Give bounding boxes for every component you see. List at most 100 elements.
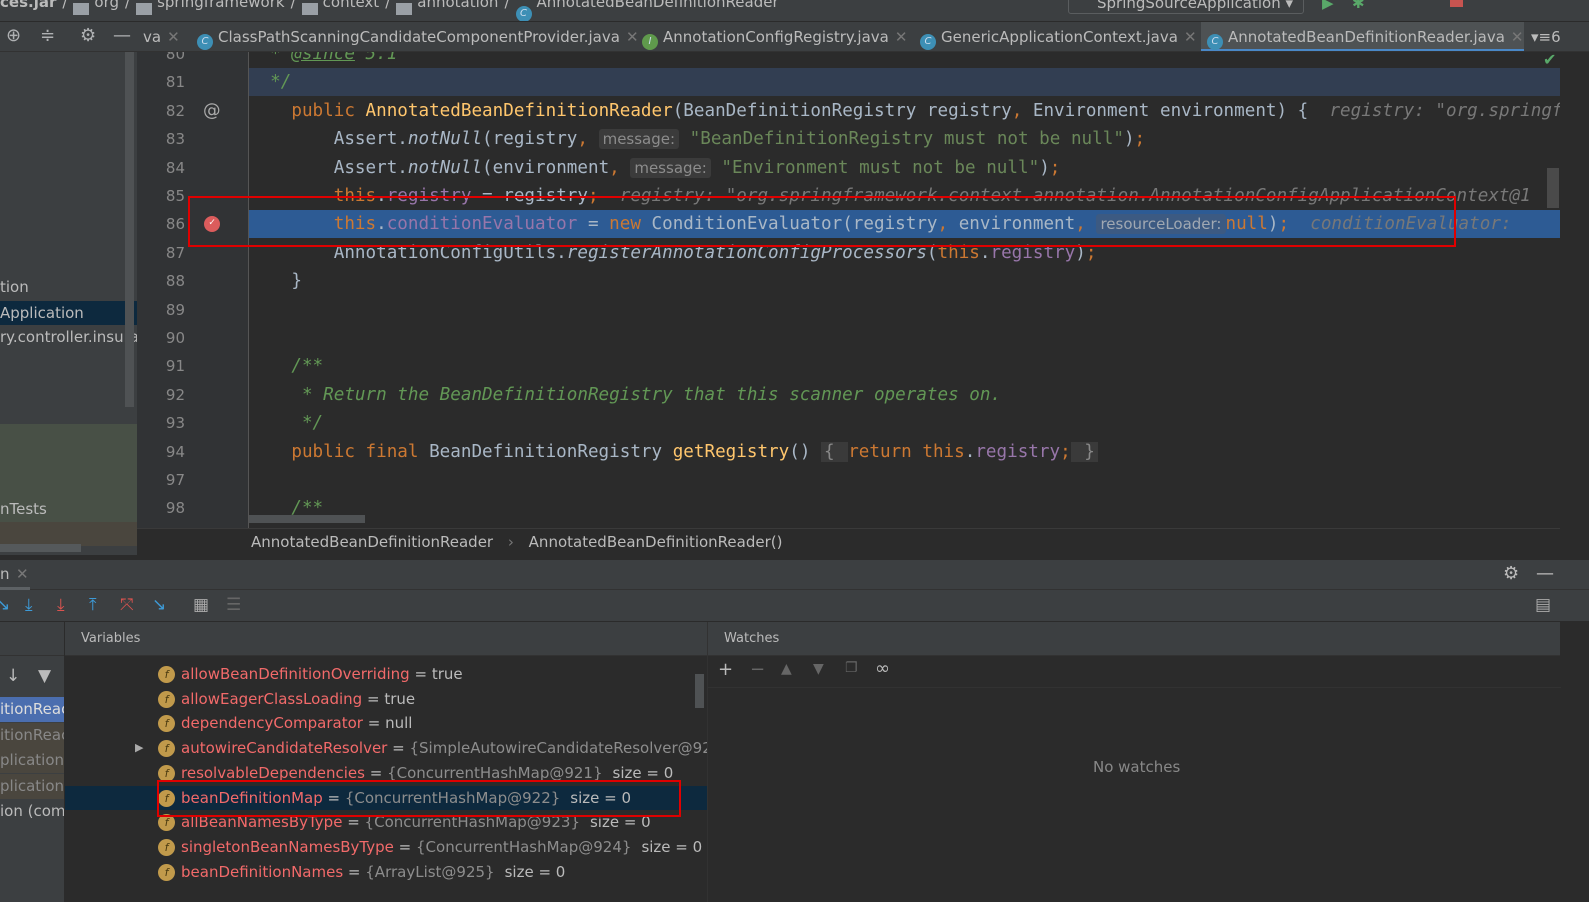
frame-item[interactable]: plication( (0, 773, 64, 799)
remove-icon[interactable]: − (750, 659, 765, 680)
breadcrumb-item[interactable]: AnnotatedBeanDefinitionReader (537, 0, 779, 11)
variable-entry: allowBeanDefinitionOverriding = true (181, 662, 463, 687)
code-token: , (609, 157, 631, 178)
frame-item[interactable]: plication( (0, 748, 64, 773)
code-token: "Environment must not be null" (710, 157, 1040, 178)
debug-icon[interactable]: ✱ (1352, 0, 1365, 12)
variable-row[interactable]: ▶ f autowireCandidateResolver = {SimpleAut… (65, 736, 707, 761)
code-token: notNull (407, 157, 483, 178)
evaluate-icon[interactable]: ▦ (193, 595, 209, 615)
copy-icon[interactable]: ❐ (845, 660, 858, 676)
breadcrumb-item[interactable]: context (323, 0, 380, 11)
code-token: getRegistry (672, 441, 790, 462)
tree-item-selected[interactable]: Application (0, 301, 137, 325)
step-out-icon[interactable]: ⤒ (89, 595, 97, 615)
variable-value: true (431, 665, 463, 683)
variable-object: {ArrayList@925} (365, 862, 495, 881)
editor-scrollbar[interactable] (1547, 168, 1559, 208)
code-token: ; (1134, 129, 1146, 150)
line-number: 85 (165, 187, 185, 205)
tree-item[interactable]: nTests (0, 500, 47, 518)
h-scrollbar[interactable] (0, 544, 81, 552)
code-editor[interactable]: 80 * @since 5.1 81 */82 public AnnotatedB… (137, 52, 1560, 528)
tree-item[interactable]: ry.controller.insura (0, 328, 137, 346)
code-line: 89 (137, 296, 1560, 324)
close-icon[interactable]: ✕ (16, 565, 29, 583)
code-token: } (1070, 441, 1098, 462)
breadcrumb-item[interactable]: springframework (157, 0, 284, 11)
code-token: (BeanDefinitionRegistry registry (672, 100, 1012, 121)
minimize-icon[interactable]: — (113, 25, 131, 46)
breadcrumb-item[interactable]: ces.jar (0, 0, 56, 11)
code-token: registry (975, 441, 1061, 462)
variable-row[interactable]: f allowEagerClassLoading = true (65, 687, 707, 712)
line-number: 94 (165, 442, 185, 461)
expand-arrow-icon[interactable]: ▶ (135, 736, 143, 761)
code-token: (environment (482, 157, 610, 178)
drop-frame-icon[interactable]: ⤧ (120, 595, 134, 615)
line-number: 91 (165, 357, 185, 376)
gear-icon[interactable]: ⚙ (80, 25, 96, 46)
frame-item[interactable]: itionReac (0, 697, 64, 722)
variable-entry: dependencyComparator = null (181, 711, 412, 736)
trace-icon[interactable]: ☰ (226, 595, 241, 615)
code-token: ) (1123, 129, 1135, 150)
editor-h-scrollbar[interactable] (249, 515, 365, 523)
override-icon[interactable]: @ (203, 97, 221, 125)
debug-tab-bar: n ✕ ⚙ — (0, 560, 1589, 590)
code-token: ; (1060, 441, 1071, 462)
stop-icon[interactable] (1450, 0, 1463, 7)
line-number: 97 (165, 471, 185, 489)
code-line: 94 public final BeanDefinitionRegistry g… (137, 438, 1560, 466)
close-icon[interactable]: ✕ (1511, 28, 1524, 46)
variable-row[interactable]: f singletonBeanNamesByType = {ConcurrentH… (65, 835, 707, 860)
run-icon[interactable]: ▶ (1322, 0, 1334, 12)
move-up-icon[interactable]: ▲ (781, 661, 792, 677)
breadcrumb-class[interactable]: AnnotatedBeanDefinitionReader (251, 533, 493, 551)
arrow-down-icon[interactable]: ↓ (6, 666, 20, 686)
line-number: 98 (165, 499, 185, 518)
tab-overflow-button[interactable]: ▾≡6 (1525, 22, 1561, 51)
locate-icon[interactable]: ⊕ (6, 25, 21, 46)
collapse-icon[interactable]: ≑ (40, 25, 55, 46)
frame-item[interactable]: ion (com. (0, 799, 64, 824)
tab-genericapplicationcontext-java[interactable]: C GenericApplicationContext.java ✕ (914, 22, 1199, 51)
layout-icon[interactable]: ▤ (1535, 595, 1551, 615)
tab-classpathscanningcandidatecomponentprovider-java[interactable]: C ClassPathScanningCandidateComponentProv… (191, 22, 639, 51)
variable-entry: allowEagerClassLoading = true (181, 687, 415, 712)
variable-row[interactable]: f beanDefinitionNames = {ArrayList@925} si… (65, 860, 707, 885)
equals-sign: = (362, 689, 385, 708)
minimize-icon[interactable]: — (1536, 563, 1554, 584)
watches-panel: Watches + − ▲ ▼ ❐ ∞ No watches (707, 622, 1561, 902)
scrollbar[interactable] (125, 52, 134, 407)
glasses-icon[interactable]: ∞ (875, 658, 890, 679)
tab-va[interactable]: va ✕ (137, 22, 180, 51)
close-icon[interactable]: ✕ (895, 28, 908, 46)
close-icon[interactable]: ✕ (1184, 28, 1197, 46)
gear-icon[interactable]: ⚙ (1503, 563, 1519, 584)
step-into-icon[interactable]: ⤓ (25, 595, 33, 615)
tree-item[interactable]: tion (0, 278, 29, 296)
separator: / (385, 0, 391, 11)
tab-annotatedbeandefinitionreader-java[interactable]: C AnnotatedBeanDefinitionReader.java ✕ (1201, 22, 1524, 51)
add-icon[interactable]: + (718, 659, 733, 680)
move-down-icon[interactable]: ▼ (813, 661, 824, 677)
code-text: } (249, 267, 302, 295)
filter-icon[interactable]: ▼ (38, 666, 51, 686)
force-step-into-icon[interactable]: ⤓ (57, 595, 65, 615)
variable-name: singletonBeanNamesByType (181, 837, 394, 856)
run-configuration-select[interactable]: SpringSourceApplication ▾ (1068, 0, 1304, 14)
frames-panel: ↓ ▼ itionReac itionReac plication(plicatio… (0, 622, 65, 902)
debug-tab[interactable]: n (0, 565, 10, 583)
breadcrumb-item[interactable]: annotation (417, 0, 498, 11)
tab-annotationconfigregistry-java[interactable]: I AnnotationConfigRegistry.java ✕ (636, 22, 911, 51)
code-line: 80 * @since 5.1 (137, 52, 1560, 68)
variable-row[interactable]: f allowBeanDefinitionOverriding = true (65, 662, 707, 687)
close-icon[interactable]: ✕ (167, 28, 180, 46)
breadcrumb-item[interactable]: org (94, 0, 119, 11)
variable-row[interactable]: f dependencyComparator = null (65, 711, 707, 736)
breadcrumb-method[interactable]: AnnotatedBeanDefinitionReader() (529, 533, 783, 551)
step-over-icon[interactable]: ↘ (0, 595, 10, 615)
frame-item[interactable]: itionReac (0, 722, 64, 748)
run-to-cursor-icon[interactable]: ↘ (152, 595, 166, 615)
